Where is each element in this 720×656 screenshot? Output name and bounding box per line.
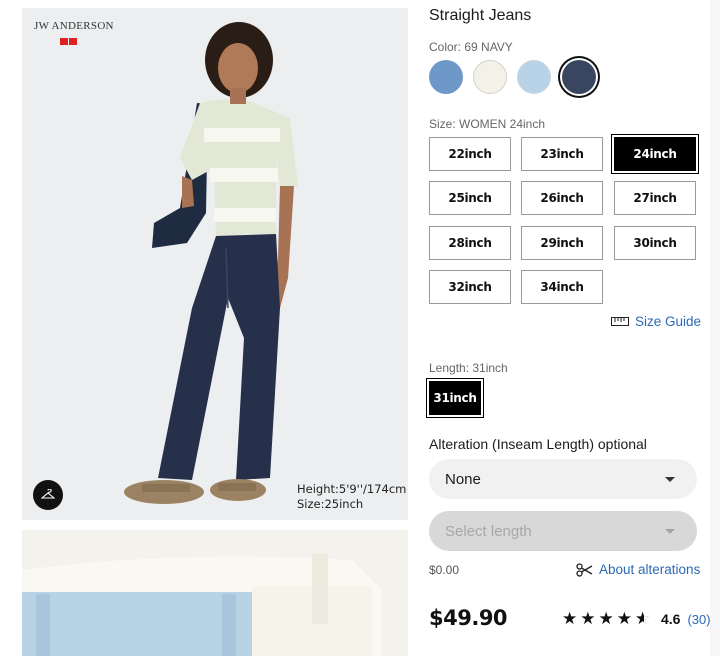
- alteration-title: Alteration (Inseam Length) optional: [429, 436, 647, 452]
- swatch-light-blue[interactable]: [429, 60, 463, 94]
- uniqlo-logo: [60, 38, 77, 45]
- jeans-detail-illustration: [22, 530, 408, 656]
- size-button-27[interactable]: 27inch: [614, 181, 696, 215]
- length-label: Length: 31inch: [429, 361, 508, 375]
- star-icon: ★: [580, 609, 596, 628]
- swatch-off-white[interactable]: [473, 60, 507, 94]
- price: $49.90: [429, 606, 508, 630]
- length-select: Select length: [429, 511, 697, 551]
- alteration-select[interactable]: None: [429, 459, 697, 499]
- size-guide-link[interactable]: Size Guide: [611, 314, 701, 329]
- product-photo-detail[interactable]: [22, 530, 408, 656]
- size-guide-label: Size Guide: [635, 314, 702, 329]
- swatch-navy[interactable]: [562, 60, 596, 94]
- model-illustration: [22, 8, 408, 520]
- star-icon: ★: [562, 609, 578, 628]
- color-label: Color: 69 NAVY: [429, 40, 513, 54]
- size-button-28[interactable]: 28inch: [429, 226, 511, 260]
- scissors-icon: [576, 562, 593, 577]
- hanger-button[interactable]: [33, 480, 63, 510]
- chevron-down-icon: [665, 476, 675, 482]
- swatch-pale-blue[interactable]: [517, 60, 551, 94]
- about-alterations-label: About alterations: [599, 562, 701, 577]
- product-gallery: JW ANDERSON Height:5'9''/174cm Size:25in…: [22, 8, 408, 656]
- size-button-22[interactable]: 22inch: [429, 137, 511, 171]
- rating-count[interactable]: (30): [687, 612, 710, 627]
- rating-value: 4.6: [661, 611, 681, 627]
- size-label: Size: WOMEN 24inch: [429, 117, 546, 131]
- size-button-29[interactable]: 29inch: [521, 226, 603, 260]
- brand-logo: JW ANDERSON: [34, 20, 114, 32]
- product-title: Straight Jeans: [429, 7, 532, 24]
- hanger-icon: [41, 489, 55, 499]
- scrollbar-track[interactable]: [710, 0, 720, 656]
- size-button-30[interactable]: 30inch: [614, 226, 696, 260]
- alteration-select-value: None: [445, 470, 481, 488]
- size-button-26[interactable]: 26inch: [521, 181, 603, 215]
- ruler-icon: [611, 317, 629, 326]
- model-info: Height:5'9''/174cm Size:25inch: [297, 482, 406, 512]
- size-button-25[interactable]: 25inch: [429, 181, 511, 215]
- size-button-32[interactable]: 32inch: [429, 270, 511, 304]
- chevron-down-icon: [665, 528, 675, 534]
- half-star-icon: ☆ ★: [635, 609, 651, 628]
- model-size: Size:25inch: [297, 497, 364, 511]
- size-button-24[interactable]: 24inch: [614, 137, 696, 171]
- product-photo-main[interactable]: JW ANDERSON Height:5'9''/174cm Size:25in…: [22, 8, 408, 520]
- star-icon: ★: [598, 609, 614, 628]
- about-alterations-link[interactable]: About alterations: [576, 562, 700, 577]
- model-height: Height:5'9''/174cm: [297, 482, 407, 496]
- length-select-placeholder: Select length: [445, 522, 532, 540]
- size-button-34[interactable]: 34inch: [521, 270, 603, 304]
- size-button-23[interactable]: 23inch: [521, 137, 603, 171]
- rating[interactable]: ★ ★ ★ ★ ☆ ★ 4.6 (30): [562, 610, 711, 628]
- star-icon: ★: [616, 609, 632, 628]
- length-button-31[interactable]: 31inch: [429, 381, 481, 415]
- alteration-fee: $0.00: [429, 563, 460, 577]
